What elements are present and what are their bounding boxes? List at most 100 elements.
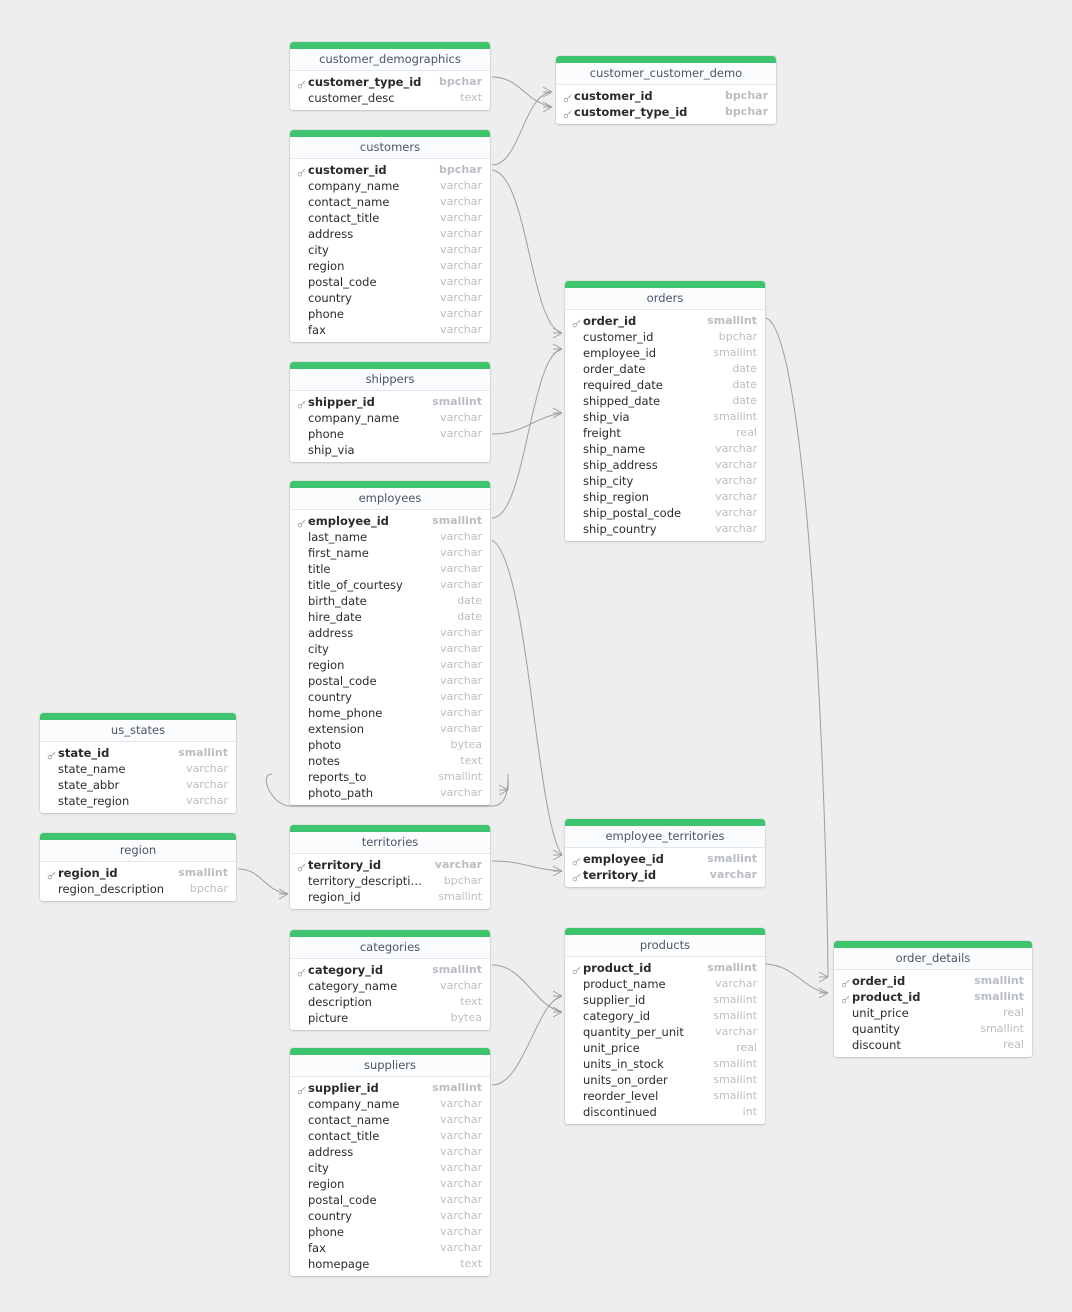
field-row[interactable]: region varchar xyxy=(290,258,490,274)
field-row[interactable]: notes text xyxy=(290,753,490,769)
field-row[interactable]: contact_name varchar xyxy=(290,1112,490,1128)
field-row[interactable]: customer_type_id bpchar xyxy=(556,104,776,120)
field-row[interactable]: quantity_per_unit varchar xyxy=(565,1024,765,1040)
field-row[interactable]: region varchar xyxy=(290,1176,490,1192)
field-row[interactable]: ship_via smallint xyxy=(565,409,765,425)
field-row[interactable]: region_description bpchar xyxy=(40,881,236,897)
field-row[interactable]: territory_id varchar xyxy=(565,867,765,883)
field-row[interactable]: ship_name varchar xyxy=(565,441,765,457)
entity-shippers[interactable]: shippers shipper_id smallint company_name va… xyxy=(290,362,490,462)
field-row[interactable]: territory_descripti… bpchar xyxy=(290,873,490,889)
entity-products[interactable]: products product_id smallint product_name va… xyxy=(565,928,765,1124)
field-row[interactable]: region varchar xyxy=(290,657,490,673)
field-row[interactable]: postal_code varchar xyxy=(290,1192,490,1208)
field-row[interactable]: city varchar xyxy=(290,641,490,657)
field-row[interactable]: first_name varchar xyxy=(290,545,490,561)
field-row[interactable]: ship_city varchar xyxy=(565,473,765,489)
field-row[interactable]: state_region varchar xyxy=(40,793,236,809)
entity-employees[interactable]: employees employee_id smallint last_name var… xyxy=(290,481,490,805)
field-row[interactable]: customer_desc text xyxy=(290,90,490,106)
field-row[interactable]: reorder_level smallint xyxy=(565,1088,765,1104)
field-row[interactable]: state_id smallint xyxy=(40,745,236,761)
field-row[interactable]: employee_id smallint xyxy=(565,345,765,361)
field-row[interactable]: freight real xyxy=(565,425,765,441)
field-row[interactable]: contact_title varchar xyxy=(290,1128,490,1144)
field-row[interactable]: state_abbr varchar xyxy=(40,777,236,793)
field-row[interactable]: fax varchar xyxy=(290,1240,490,1256)
entity-employee_territories[interactable]: employee_territories employee_id smallint t… xyxy=(565,819,765,887)
field-row[interactable]: region_id smallint xyxy=(290,889,490,905)
field-row[interactable]: city varchar xyxy=(290,1160,490,1176)
entity-us_states[interactable]: us_states state_id smallint state_name varch… xyxy=(40,713,236,813)
field-row[interactable]: postal_code varchar xyxy=(290,673,490,689)
entity-orders[interactable]: orders order_id smallint customer_id bpchar e… xyxy=(565,281,765,541)
field-row[interactable]: product_id smallint xyxy=(565,960,765,976)
field-row[interactable]: shipped_date date xyxy=(565,393,765,409)
er-diagram-canvas[interactable]: customer_demographics customer_type_id bpc… xyxy=(0,0,1072,1312)
field-row[interactable]: contact_name varchar xyxy=(290,194,490,210)
field-row[interactable]: address varchar xyxy=(290,226,490,242)
field-row[interactable]: unit_price real xyxy=(565,1040,765,1056)
field-row[interactable]: category_id smallint xyxy=(565,1008,765,1024)
field-row[interactable]: order_date date xyxy=(565,361,765,377)
field-row[interactable]: postal_code varchar xyxy=(290,274,490,290)
field-row[interactable]: ship_via xyxy=(290,442,490,458)
field-row[interactable]: homepage text xyxy=(290,1256,490,1272)
field-row[interactable]: required_date date xyxy=(565,377,765,393)
field-row[interactable]: category_id smallint xyxy=(290,962,490,978)
field-row[interactable]: shipper_id smallint xyxy=(290,394,490,410)
field-row[interactable]: employee_id smallint xyxy=(565,851,765,867)
field-row[interactable]: company_name varchar xyxy=(290,1096,490,1112)
entity-customer_customer_demo[interactable]: customer_customer_demo customer_id bpchar c… xyxy=(556,56,776,124)
field-row[interactable]: photo_path varchar xyxy=(290,785,490,801)
field-row[interactable]: country varchar xyxy=(290,290,490,306)
entity-customer_demographics[interactable]: customer_demographics customer_type_id bpc… xyxy=(290,42,490,110)
field-row[interactable]: home_phone varchar xyxy=(290,705,490,721)
entity-territories[interactable]: territories territory_id varchar territory_… xyxy=(290,825,490,909)
field-row[interactable]: employee_id smallint xyxy=(290,513,490,529)
field-row[interactable]: fax varchar xyxy=(290,322,490,338)
field-row[interactable]: title_of_courtesy varchar xyxy=(290,577,490,593)
field-row[interactable]: ship_postal_code varchar xyxy=(565,505,765,521)
field-row[interactable]: title varchar xyxy=(290,561,490,577)
entity-region[interactable]: region region_id smallint region_descriptio… xyxy=(40,833,236,901)
field-row[interactable]: photo bytea xyxy=(290,737,490,753)
field-row[interactable]: ship_country varchar xyxy=(565,521,765,537)
field-row[interactable]: units_in_stock smallint xyxy=(565,1056,765,1072)
field-row[interactable]: ship_address varchar xyxy=(565,457,765,473)
entity-customers[interactable]: customers customer_id bpchar company_name va… xyxy=(290,130,490,342)
entity-order_details[interactable]: order_details order_id smallint product_id s… xyxy=(834,941,1032,1057)
field-row[interactable]: order_id smallint xyxy=(834,973,1032,989)
field-row[interactable]: phone varchar xyxy=(290,426,490,442)
field-row[interactable]: order_id smallint xyxy=(565,313,765,329)
field-row[interactable]: supplier_id smallint xyxy=(290,1080,490,1096)
field-row[interactable]: phone varchar xyxy=(290,1224,490,1240)
field-row[interactable]: customer_id bpchar xyxy=(565,329,765,345)
field-row[interactable]: country varchar xyxy=(290,689,490,705)
field-row[interactable]: city varchar xyxy=(290,242,490,258)
field-row[interactable]: contact_title varchar xyxy=(290,210,490,226)
field-row[interactable]: extension varchar xyxy=(290,721,490,737)
field-row[interactable]: picture bytea xyxy=(290,1010,490,1026)
field-row[interactable]: description text xyxy=(290,994,490,1010)
field-row[interactable]: phone varchar xyxy=(290,306,490,322)
field-row[interactable]: supplier_id smallint xyxy=(565,992,765,1008)
field-row[interactable]: state_name varchar xyxy=(40,761,236,777)
field-row[interactable]: customer_id bpchar xyxy=(556,88,776,104)
field-row[interactable]: discount real xyxy=(834,1037,1032,1053)
field-row[interactable]: customer_id bpchar xyxy=(290,162,490,178)
field-row[interactable]: region_id smallint xyxy=(40,865,236,881)
field-row[interactable]: customer_type_id bpchar xyxy=(290,74,490,90)
field-row[interactable]: reports_to smallint xyxy=(290,769,490,785)
entity-categories[interactable]: categories category_id smallint category_na… xyxy=(290,930,490,1030)
field-row[interactable]: product_id smallint xyxy=(834,989,1032,1005)
field-row[interactable]: product_name varchar xyxy=(565,976,765,992)
field-row[interactable]: address varchar xyxy=(290,625,490,641)
field-row[interactable]: ship_region varchar xyxy=(565,489,765,505)
field-row[interactable]: quantity smallint xyxy=(834,1021,1032,1037)
field-row[interactable]: company_name varchar xyxy=(290,178,490,194)
field-row[interactable]: country varchar xyxy=(290,1208,490,1224)
field-row[interactable]: discontinued int xyxy=(565,1104,765,1120)
field-row[interactable]: birth_date date xyxy=(290,593,490,609)
field-row[interactable]: territory_id varchar xyxy=(290,857,490,873)
